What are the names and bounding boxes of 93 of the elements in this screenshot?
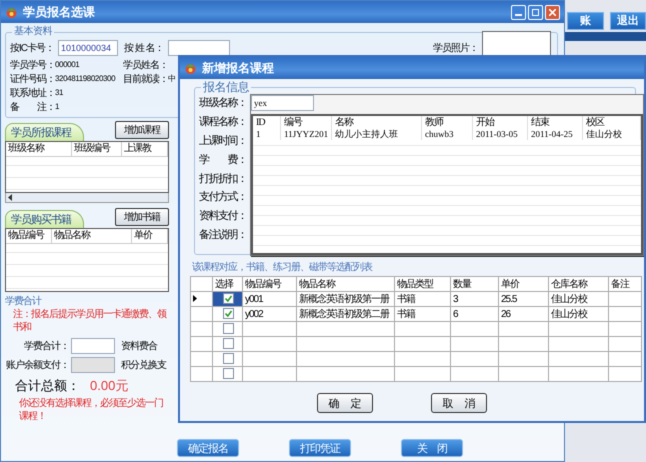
app-icon <box>5 6 18 18</box>
table-cell: y001 <box>245 294 263 304</box>
window-title: 新增报名课程 <box>202 60 274 76</box>
table-cell: 2011-04-25 <box>528 129 583 140</box>
table-cell: 佳山分校 <box>551 309 587 320</box>
window-title: 学员报名选课 <box>23 4 95 20</box>
add-book-button[interactable]: 增加书籍 <box>115 208 169 226</box>
note-text: 注：报名后提示学员用一卡通缴费、领书和 <box>13 308 168 334</box>
table-cell: 佳山分校 <box>551 294 587 305</box>
table-cell: y002 <box>245 308 263 320</box>
checkbox[interactable] <box>223 293 234 304</box>
field-label: 备 注： <box>10 100 55 114</box>
field-label: 支付方式： <box>199 190 246 205</box>
field-label: 资料支付： <box>199 209 246 224</box>
checkbox[interactable] <box>223 323 234 334</box>
field-label: 按 姓 名： <box>124 42 164 54</box>
toolbar-button[interactable]: 账 <box>567 12 604 30</box>
arrow-left-icon <box>6 194 14 201</box>
tab[interactable]: 学员购买书籍 <box>5 210 84 228</box>
field-value: 1 <box>55 102 60 112</box>
column-header: 班级编号 <box>72 142 122 156</box>
total-amount: 0.00元 <box>90 378 128 394</box>
warning-text: 你还没有选择课程，必须至少选一门课程！ <box>19 397 164 423</box>
input-field[interactable] <box>168 40 230 56</box>
column-header: 上课教 <box>122 142 168 156</box>
action-button[interactable]: 打印凭证 <box>289 439 351 457</box>
table-cell: 新概念英语初级第二册 <box>299 309 389 320</box>
field-label: 课程名称： <box>199 114 246 130</box>
row-pointer-icon <box>193 294 197 302</box>
field-label: 学员学号： <box>10 58 55 72</box>
column-header: 单价 <box>132 229 168 243</box>
field-label: 学员照片： <box>433 42 478 54</box>
checkbox[interactable] <box>223 353 234 364</box>
table-cell: chuwb3 <box>422 129 473 140</box>
ok-button[interactable]: 确 定 <box>317 393 373 413</box>
field-label: 打折折扣： <box>199 172 246 186</box>
minimize-button[interactable] <box>511 4 526 20</box>
field-label: 班级名称： <box>199 96 246 110</box>
column-header: 班级名称 <box>6 142 72 156</box>
input-field[interactable]: 1010000034 <box>58 40 118 56</box>
close-icon <box>549 8 556 16</box>
field-label: 上课时间： <box>199 134 246 148</box>
maximize-button[interactable] <box>528 4 543 20</box>
class-name-field[interactable]: yex <box>251 95 314 111</box>
table-cell: 书籍 <box>397 309 415 320</box>
table-cell: 26 <box>501 308 510 320</box>
table-cell: 佳山分校 <box>583 129 641 140</box>
field-value: 中 <box>168 74 176 84</box>
field-label: 证件号码： <box>10 72 55 86</box>
table-cell: 1 <box>253 129 281 140</box>
column-header: 物品编号 <box>6 229 52 243</box>
table-cell: 幼儿小主持人班 <box>332 129 422 140</box>
table-cell: 11JYYZ201 <box>281 129 332 140</box>
field-label: 学员姓名： <box>123 58 168 72</box>
section-title: 学费合计 <box>5 295 42 308</box>
maximize-icon <box>532 8 539 16</box>
column-header: 物品名称 <box>296 276 394 292</box>
action-button[interactable]: 关 闭 <box>401 439 463 457</box>
close-button[interactable] <box>545 4 560 20</box>
field-label: 资料费合 <box>121 340 157 352</box>
field-value: 31 <box>55 88 64 98</box>
field-label: 目前就读： <box>123 72 168 86</box>
group-title: 基本资料 <box>12 25 54 38</box>
field-value: 320481198020300 <box>55 74 116 84</box>
add-course-button[interactable]: 增加课程 <box>115 121 169 139</box>
checkbox[interactable] <box>223 368 234 380</box>
table-cell: 新概念英语初级第一册 <box>299 294 389 305</box>
field-label: 联系地址： <box>10 86 55 100</box>
field-label: 学费合计： <box>24 340 69 352</box>
table-cell: 3 <box>453 294 458 304</box>
field-label: 学 费： <box>199 152 246 167</box>
table-cell: 25.5 <box>501 294 516 304</box>
action-button[interactable]: 确定报名 <box>177 439 239 457</box>
field-label: 按IC卡号： <box>10 42 54 54</box>
toolbar-button[interactable]: 退出 <box>610 12 646 30</box>
list-row[interactable]: 1 11JYYZ201 幼儿小主持人班 chuwb3 2011-03-05 2011-04-25 佳山分校 <box>253 129 641 140</box>
field-value: 000001 <box>55 60 80 70</box>
checkbox[interactable] <box>223 338 234 350</box>
cancel-button[interactable]: 取 消 <box>431 393 487 413</box>
table-cell: 6 <box>453 308 458 320</box>
list-caption: 该课程对应，书籍、练习册、磁带等选配列表 <box>192 261 374 274</box>
input-field[interactable] <box>71 338 115 354</box>
field-label: 积分兑换支 <box>121 358 166 372</box>
table-cell: 书籍 <box>397 294 415 305</box>
table-cell: 2011-03-05 <box>473 129 528 140</box>
field-label: 账户余额支付： <box>6 358 69 372</box>
checkbox[interactable] <box>223 308 234 320</box>
total-label: 合计总额： <box>15 378 80 394</box>
column-header: 物品名称 <box>52 229 132 243</box>
tab[interactable]: 学员所报课程 <box>5 123 84 141</box>
app-icon <box>184 62 197 74</box>
group-title: 报名信息 <box>201 80 251 96</box>
field-label: 备注说明： <box>199 228 246 243</box>
